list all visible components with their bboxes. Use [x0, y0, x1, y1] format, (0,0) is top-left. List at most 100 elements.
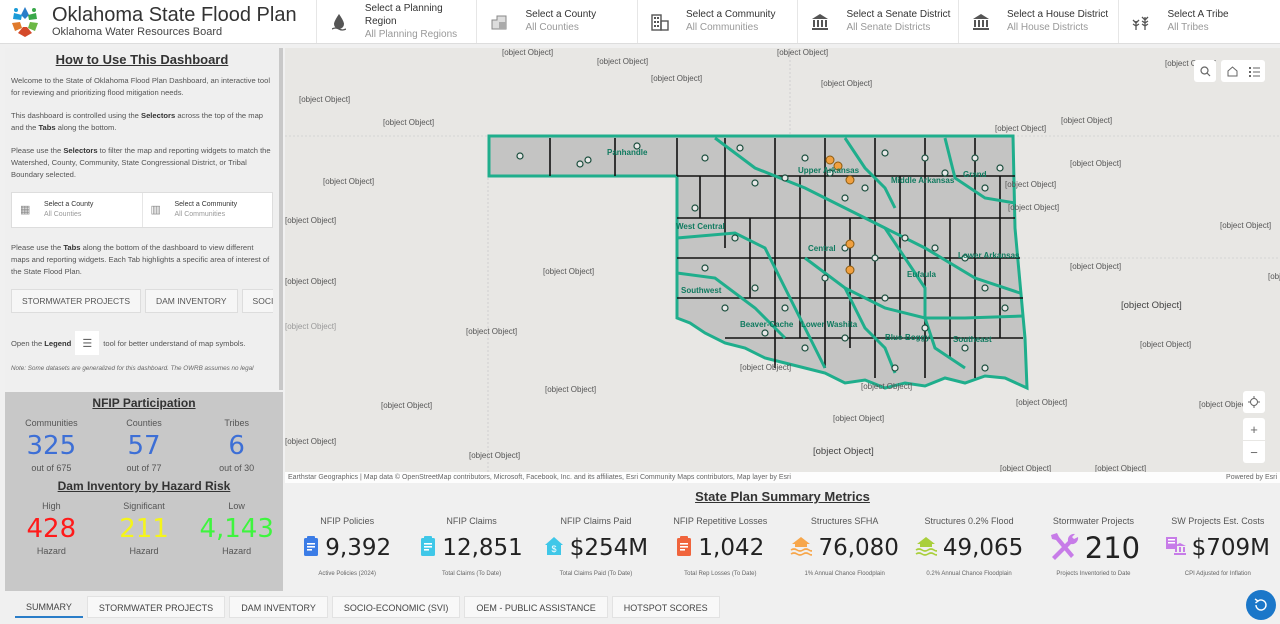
- city-label: [object Object]: [285, 277, 337, 286]
- svg-text:$: $: [551, 544, 556, 554]
- selector-value: All Communities: [685, 22, 759, 33]
- tribe-selector[interactable]: Select A Tribe All Tribes: [1119, 0, 1280, 43]
- building-icon: ▥: [150, 204, 161, 216]
- tab-stormwater-projects[interactable]: STORMWATER PROJECTS: [86, 596, 226, 618]
- locate-icon: [1248, 396, 1260, 408]
- metric-nfip-repetitive-losses: NFIP Repetitive Losses 1,042 Total Rep L…: [658, 516, 782, 577]
- dam-low: Low 4,143 Hazard: [190, 495, 283, 556]
- metric-label: Structures SFHA: [810, 516, 879, 526]
- example-tab: SOCIO-ECONOMIC (SVI): [241, 289, 273, 313]
- tools-icon: [1047, 531, 1079, 566]
- example-county-selector: ▦ Select a County All Counties: [12, 193, 143, 227]
- stat-sub: Hazard: [36, 546, 66, 556]
- metric-value-row: $ $254M: [534, 533, 658, 563]
- brand: Oklahoma State Flood Plan Oklahoma Water…: [0, 0, 317, 43]
- tab-dam-inventory[interactable]: DAM INVENTORY: [229, 596, 328, 618]
- search-icon: [1199, 65, 1210, 76]
- metric-subtitle: Projects Inventoried to Date: [1056, 571, 1131, 577]
- zoom-in-button[interactable]: +: [1243, 418, 1265, 440]
- city-label: [object Object]: [1061, 116, 1113, 125]
- example-tab: STORMWATER PROJECTS: [11, 289, 141, 313]
- region-label: Upper Arkansas: [798, 166, 860, 175]
- senate-district-selector[interactable]: Select a Senate District All Senate Dist…: [798, 0, 959, 43]
- metric-structures-sfha: Structures SFHA 76,080 1% Annual Chance …: [783, 516, 907, 577]
- metric-value-row: $709M: [1156, 533, 1280, 563]
- selector-label: Select a Community: [174, 201, 238, 208]
- home-icon[interactable]: [1227, 65, 1238, 77]
- selector-value: All House Districts: [1006, 22, 1089, 33]
- county-map-icon: ▦: [20, 204, 31, 216]
- tab-hotspot-scores[interactable]: HOTSPOT SCORES: [611, 596, 720, 618]
- map-view[interactable]: Panhandle Upper Arkansas Middle Arkansas…: [285, 48, 1280, 472]
- stat-value: 428: [26, 514, 77, 544]
- house-district-selector[interactable]: Select a House District All House Distri…: [959, 0, 1120, 43]
- metric-label: NFIP Policies: [320, 516, 375, 526]
- refresh-button[interactable]: [1246, 590, 1276, 620]
- text: Open the: [11, 338, 43, 348]
- city-label: [object Object]: [833, 414, 885, 423]
- tab-summary[interactable]: SUMMARY: [15, 596, 83, 618]
- community-selector[interactable]: Select a Community All Communities: [638, 0, 799, 43]
- metric-subtitle: 0.2% Annual Chance Floodplain: [926, 571, 1012, 577]
- metric-subtitle: Total Rep Losses (To Date): [684, 571, 757, 577]
- text: tool for better understand of map symbol…: [103, 338, 246, 348]
- stat-sub: out of 30: [219, 463, 255, 473]
- selector-label: Select a Senate District: [846, 9, 951, 20]
- metric-nfip-claims: NFIP Claims 12,851 Total Claims (To Date…: [409, 516, 533, 577]
- tab-oem-public-assistance[interactable]: OEM - PUBLIC ASSISTANCE: [464, 596, 608, 618]
- app-subtitle: Oklahoma Water Resources Board: [52, 26, 223, 38]
- region-label: Southeast: [953, 335, 992, 344]
- city-label: [object Object]: [285, 216, 337, 225]
- stat-value: 6: [228, 431, 245, 461]
- region-label: Panhandle: [607, 148, 648, 157]
- clipboard-icon: [676, 535, 692, 562]
- legend-icon[interactable]: [1248, 66, 1260, 77]
- map-locate-button[interactable]: [1243, 391, 1265, 413]
- dam-title: Dam Inventory by Hazard Risk: [57, 479, 231, 493]
- metric-value: 76,080: [818, 535, 899, 561]
- stat-label: High: [42, 501, 61, 511]
- flood-house-icon: [790, 536, 814, 561]
- how-to-intro: Welcome to the State of Oklahoma Flood P…: [11, 76, 271, 97]
- region-label: Blue-Boggy: [885, 333, 930, 342]
- nfip-counties: Counties 57 out of 77: [98, 412, 191, 473]
- map-search-button[interactable]: [1194, 60, 1216, 82]
- metric-value-row: 210: [1031, 531, 1155, 566]
- planning-region-selector[interactable]: Select a Planning Region All Planning Re…: [317, 0, 478, 43]
- metric-value: 9,392: [325, 535, 392, 561]
- city-label: [object Object]: [1000, 464, 1052, 472]
- text-bold: Tabs: [38, 123, 56, 132]
- text-bold: Tabs: [63, 243, 81, 252]
- metric-value-row: 76,080: [783, 533, 907, 563]
- stat-label: Counties: [126, 418, 162, 428]
- selector-label: Select a House District: [1006, 9, 1109, 20]
- city-label: [object Object]: [285, 437, 337, 446]
- metric-subtitle: Active Policies (2024): [318, 571, 377, 577]
- county-map-icon: [489, 12, 509, 32]
- stat-sub: Hazard: [222, 546, 252, 556]
- city-label: [object Object]: [1008, 203, 1060, 212]
- how-to-scrollbar[interactable]: [279, 48, 283, 358]
- summary-title: State Plan Summary Metrics: [695, 489, 870, 504]
- metric-value: $254M: [569, 535, 649, 561]
- city-label: [object Object]: [1140, 340, 1192, 349]
- region-label: Lower Arkansas: [958, 251, 1020, 260]
- city-label: [object Object]: [1121, 300, 1182, 311]
- selector-value: All Counties: [525, 22, 579, 33]
- metric-label: NFIP Claims: [446, 516, 497, 526]
- county-selector[interactable]: Select a County All Counties: [477, 0, 638, 43]
- metric-value: 49,065: [942, 535, 1024, 561]
- city-label: [object Object]: [502, 48, 554, 57]
- text-bold: Selectors: [141, 111, 176, 120]
- city-label: [object Object]: [466, 327, 518, 336]
- zoom-out-button[interactable]: −: [1243, 441, 1265, 463]
- region-label: Grand: [963, 170, 987, 179]
- metric-value: 210: [1084, 531, 1141, 565]
- nfip-communities: Communities 325 out of 675: [5, 412, 98, 473]
- selector-label: Select a County: [44, 201, 94, 208]
- powered-by-esri[interactable]: Powered by Esri: [1226, 472, 1277, 483]
- tab-socio-economic-svi[interactable]: SOCIO-ECONOMIC (SVI): [331, 596, 461, 618]
- city-label: [object Object]: [469, 451, 521, 460]
- nfip-title: NFIP Participation: [92, 396, 196, 410]
- map-home-legend-group: [1221, 60, 1265, 82]
